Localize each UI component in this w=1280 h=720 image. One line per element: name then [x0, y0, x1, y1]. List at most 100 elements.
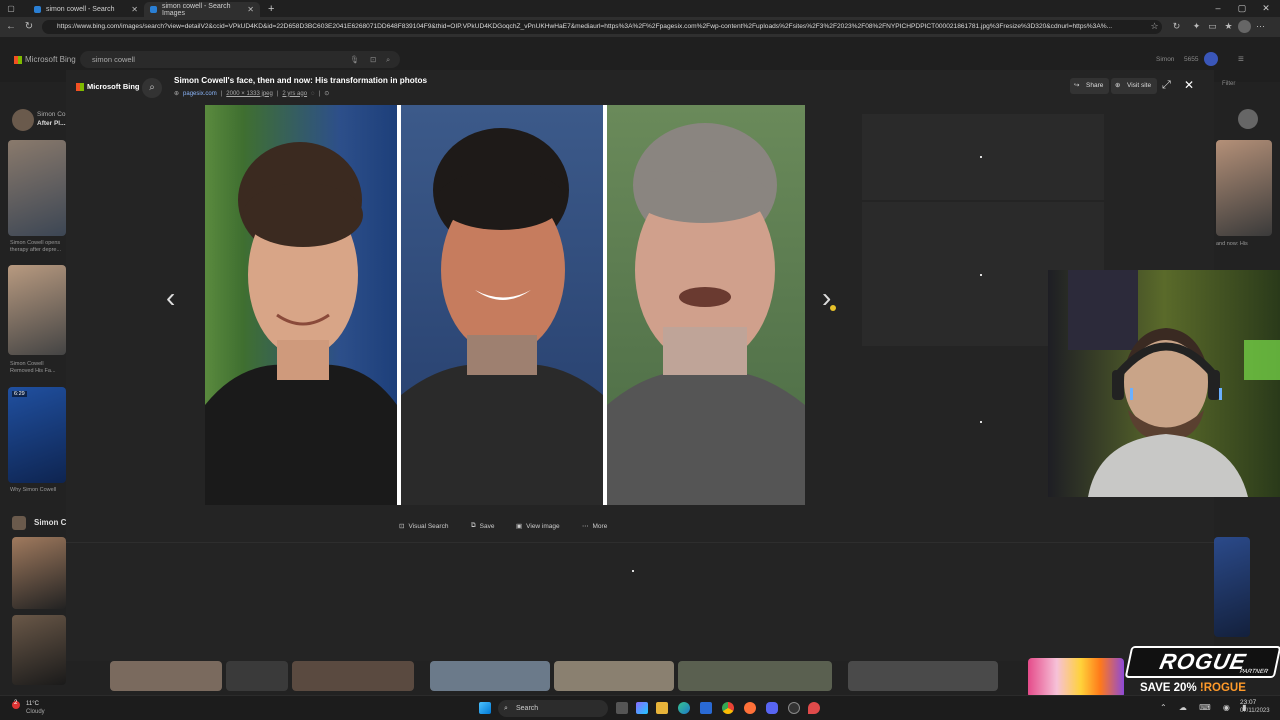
main-image[interactable]	[205, 105, 805, 505]
result-thumbnail[interactable]	[292, 661, 414, 691]
microsoft-logo-icon	[14, 55, 22, 64]
notification-count: 2	[14, 700, 18, 706]
overlay-search-icon[interactable]: ⌕	[142, 78, 162, 98]
clock-date[interactable]: 07/11/2023	[1240, 708, 1270, 714]
menu-dots-icon[interactable]: ⋯	[1254, 20, 1267, 33]
overlay-bing-logo[interactable]: Microsoft Bing	[76, 82, 140, 91]
close-tab-icon[interactable]: ✕	[247, 5, 254, 14]
previous-image-button[interactable]: ‹	[166, 284, 175, 312]
safety-icon[interactable]: ◌	[311, 91, 315, 97]
tray-icons[interactable]: ⌃ ☁ ⌨ ◉ ▮	[1160, 703, 1252, 712]
visual-search-icon: ⊡	[399, 523, 405, 530]
globe-icon: ⊕	[1115, 82, 1121, 89]
cursor-highlight	[830, 305, 836, 311]
result-thumbnail[interactable]	[1214, 537, 1250, 637]
search-icon[interactable]: ⌕	[386, 51, 390, 68]
bing-favicon-icon	[34, 6, 41, 13]
result-thumbnail[interactable]: 6:29	[8, 387, 66, 483]
rewards-icon[interactable]	[1204, 52, 1218, 66]
split-screen-icon[interactable]: ▭	[1206, 20, 1219, 33]
firefox-icon[interactable]	[744, 702, 756, 714]
related-avatar[interactable]	[12, 109, 34, 131]
folder-icon[interactable]	[656, 702, 668, 714]
user-name[interactable]: Simon	[1156, 56, 1174, 63]
reward-points[interactable]: 5655	[1184, 56, 1198, 63]
extensions-icon[interactable]: ✦	[1190, 20, 1203, 33]
maximize-icon[interactable]: ▢	[1230, 0, 1254, 17]
result-caption: and now: His	[1216, 241, 1248, 247]
result-thumbnail[interactable]	[110, 661, 222, 691]
result-thumbnail[interactable]	[848, 661, 998, 691]
url-text: https://www.bing.com/images/search?view=…	[57, 23, 1113, 30]
result-thumbnail[interactable]	[430, 661, 550, 691]
rogue-logo: ROGUE PARTNER	[1124, 646, 1280, 678]
expand-icon[interactable]: ⤢	[1162, 79, 1171, 92]
url-field[interactable]: https://www.bing.com/images/search?view=…	[42, 20, 1162, 34]
more-button[interactable]: ⋯ More	[582, 522, 607, 531]
result-thumbnail[interactable]	[678, 661, 832, 691]
maps-pin-icon[interactable]	[808, 702, 820, 714]
overlay-header: Microsoft Bing ⌕ Simon Cowell's face, th…	[66, 70, 1214, 104]
close-window-icon[interactable]: ✕	[1254, 0, 1278, 17]
filter-button[interactable]: Filter	[1222, 81, 1235, 87]
address-bar-row: ← ↻ https://www.bing.com/images/search?v…	[0, 17, 1280, 37]
result-caption: Simon Cowell Removed His Fa...	[10, 361, 56, 374]
save-button[interactable]: ⧉ Save	[471, 522, 494, 530]
tab-search-images[interactable]: simon cowell - Search Images ✕	[144, 2, 260, 17]
favorites-icon[interactable]: ★	[1222, 20, 1235, 33]
tab-label: simon cowell - Search Images	[162, 2, 231, 17]
result-thumbnail[interactable]	[1216, 140, 1272, 236]
refresh-icon[interactable]: ↻	[22, 20, 36, 34]
share-button[interactable]: ↪ Share	[1070, 78, 1110, 94]
chrome-icon[interactable]	[722, 702, 734, 714]
bing-logo[interactable]: Microsoft Bing	[14, 55, 76, 64]
mic-icon[interactable]: 🎙	[350, 51, 360, 68]
copilot-icon[interactable]	[636, 702, 648, 714]
info-icon[interactable]: ⊙	[324, 90, 329, 97]
result-label: After Pl...	[37, 120, 66, 127]
tab-bar: ▢ simon cowell - Search ✕ simon cowell -…	[0, 0, 1280, 17]
face-illustration	[401, 128, 603, 505]
weather-widget[interactable]: 2 11°C Cloudy	[8, 700, 68, 718]
new-tab-button[interactable]: +	[268, 3, 274, 15]
webcam-illustration	[1048, 270, 1280, 497]
search-box[interactable]: simon cowell 🎙 ⊡ ⌕	[80, 51, 400, 68]
related-heading: Simon C	[34, 518, 67, 527]
edge-browser-icon[interactable]	[678, 702, 690, 714]
visual-search-button[interactable]: ⊡ Visual Search	[399, 522, 448, 531]
close-overlay-icon[interactable]: ✕	[1184, 78, 1194, 92]
result-thumbnail[interactable]	[8, 140, 66, 236]
file-explorer-icon[interactable]	[616, 702, 628, 714]
hamburger-menu-icon[interactable]: ≡	[1238, 54, 1244, 65]
overlay-footer-divider	[66, 542, 1214, 543]
taskbar-search[interactable]: ⌕ Search	[498, 700, 608, 717]
refresh-page-icon[interactable]: ↻	[1170, 20, 1183, 33]
tab-search[interactable]: simon cowell - Search ✕	[28, 2, 144, 17]
visual-search-icon[interactable]: ⊡	[370, 51, 376, 68]
loading-dot	[980, 156, 982, 158]
favorite-star-icon[interactable]: ☆	[1148, 20, 1161, 33]
obs-icon[interactable]	[788, 702, 800, 714]
start-button[interactable]	[479, 702, 491, 714]
discord-icon[interactable]	[766, 702, 778, 714]
more-dots-icon: ⋯	[582, 523, 589, 530]
clock-time[interactable]: 23:07	[1240, 699, 1256, 706]
microsoft-logo-icon	[76, 82, 84, 91]
source-site-link[interactable]: pagesix.com	[183, 91, 217, 97]
result-thumbnail[interactable]	[554, 661, 674, 691]
minimize-icon[interactable]: –	[1206, 0, 1230, 17]
result-thumbnail[interactable]	[8, 265, 66, 355]
related-avatar[interactable]	[1238, 109, 1258, 129]
related-avatar[interactable]	[12, 516, 26, 530]
profile-icon[interactable]	[1238, 20, 1251, 33]
tab-actions-icon[interactable]: ▢	[4, 2, 18, 16]
visit-site-button[interactable]: ⊕ Visit site	[1111, 78, 1158, 94]
result-thumbnail[interactable]	[12, 615, 66, 685]
store-icon[interactable]	[700, 702, 712, 714]
result-thumbnail[interactable]	[226, 661, 288, 691]
back-icon[interactable]: ←	[4, 20, 18, 34]
view-image-button[interactable]: ▣ View image	[516, 522, 560, 531]
close-tab-icon[interactable]: ✕	[131, 5, 138, 14]
result-thumbnail[interactable]	[12, 537, 66, 609]
image-title[interactable]: Simon Cowell's face, then and now: His t…	[174, 76, 427, 85]
